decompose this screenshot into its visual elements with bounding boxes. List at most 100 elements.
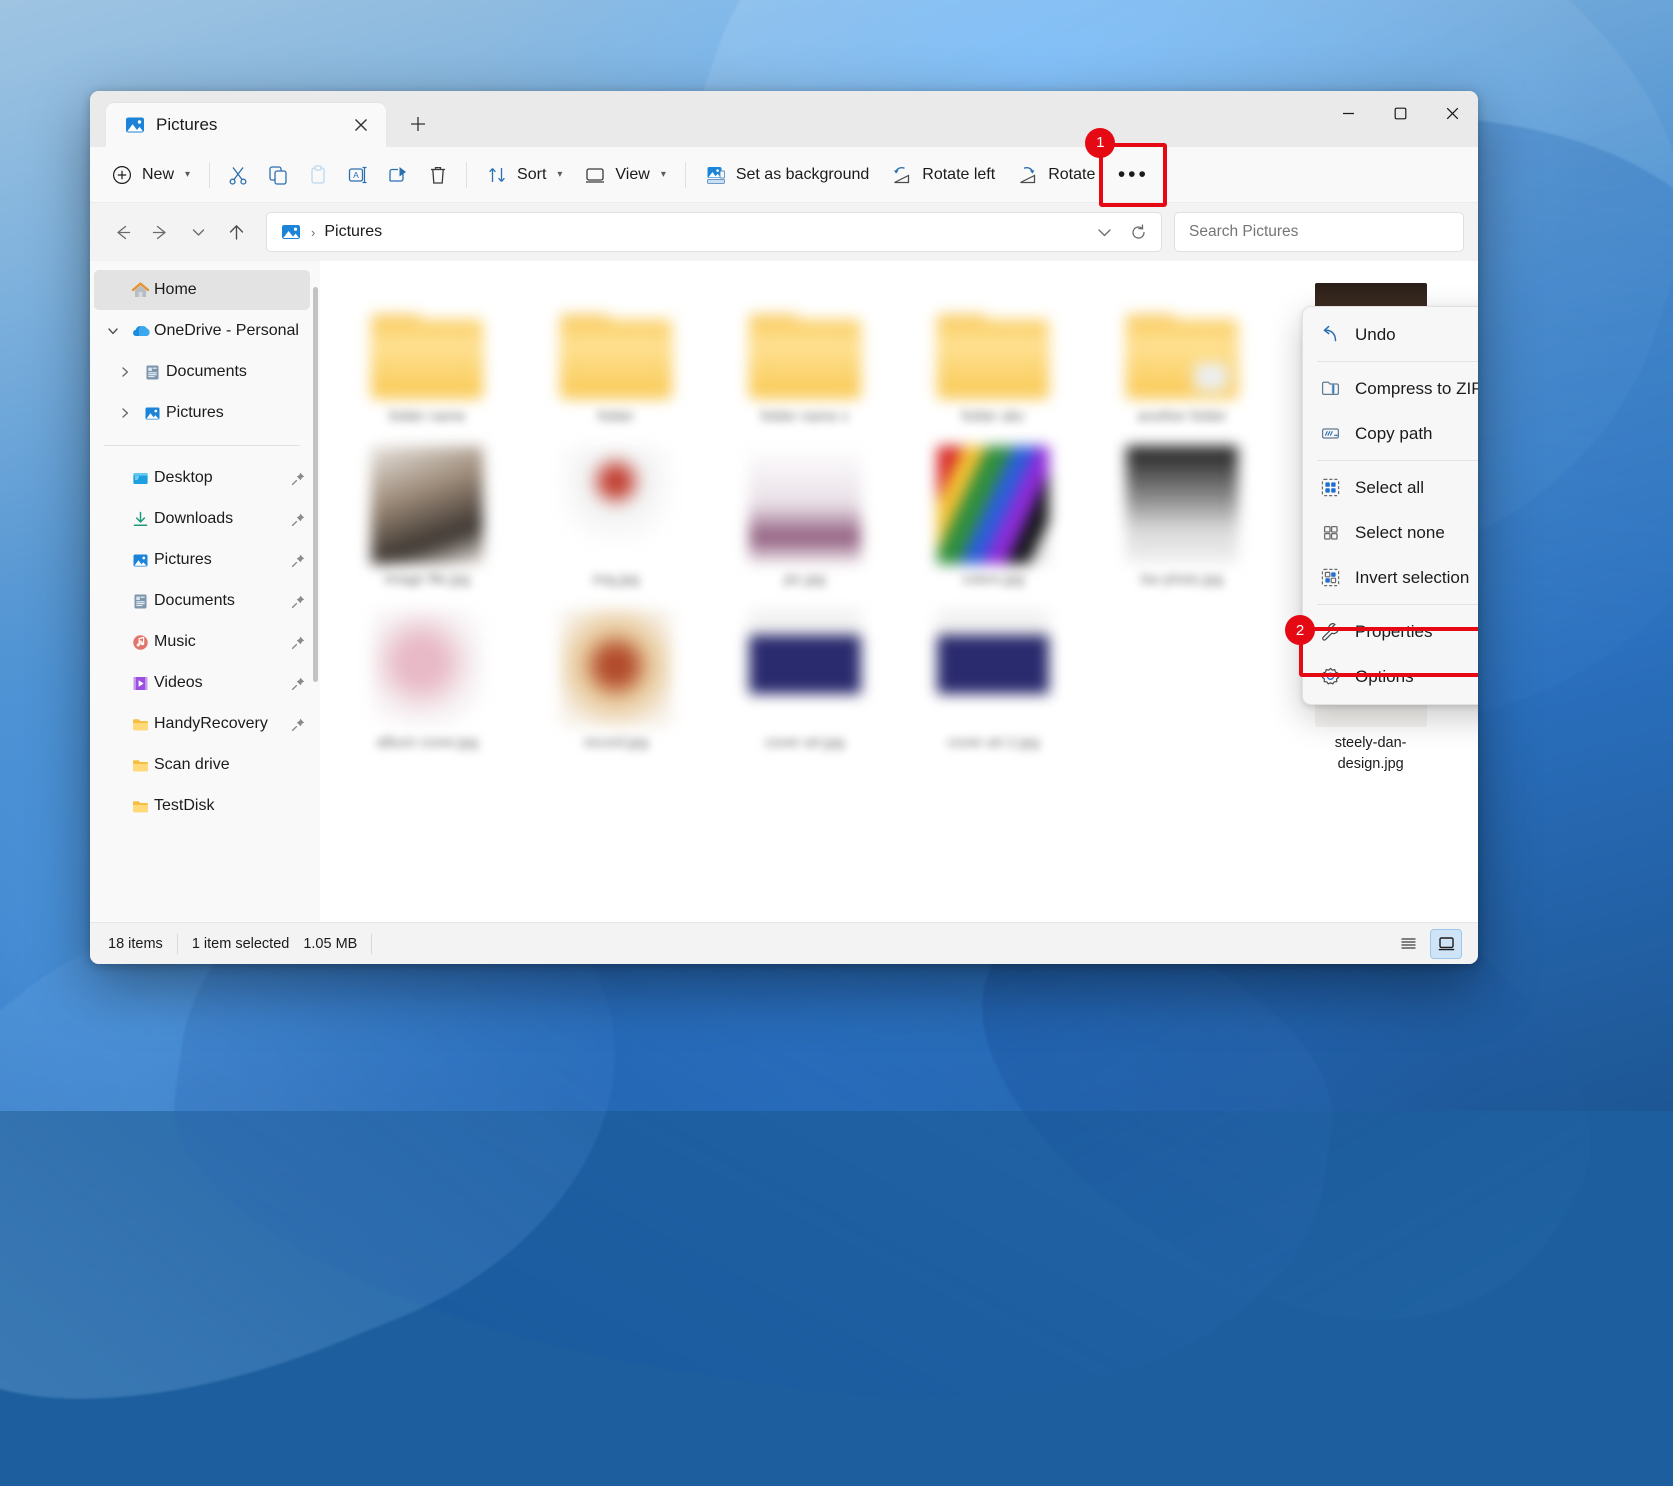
plus-circle-icon	[111, 164, 133, 186]
copy-button[interactable]	[258, 156, 298, 194]
refresh-icon[interactable]	[1121, 216, 1155, 248]
list-item[interactable]: folder name	[338, 283, 517, 428]
menu-divider	[1317, 361, 1478, 362]
up-button[interactable]	[218, 214, 254, 250]
list-item[interactable]: cover art 2.jpg	[904, 609, 1083, 775]
large-icons-view-icon[interactable]	[1430, 928, 1462, 959]
paste-icon	[307, 164, 329, 186]
list-item[interactable]: folder abc	[904, 283, 1083, 428]
recent-locations-button[interactable]	[180, 214, 216, 250]
search-input[interactable]	[1187, 222, 1451, 242]
search-box[interactable]	[1174, 212, 1464, 252]
cut-button[interactable]	[218, 156, 258, 194]
menu-item-compress-zip[interactable]: Compress to ZIP file	[1307, 366, 1478, 411]
new-button-label: New	[142, 165, 175, 183]
sidebar-item-pictures-onedrive[interactable]: Pictures	[94, 393, 310, 433]
chevron-down-icon[interactable]	[100, 325, 126, 337]
back-button[interactable]	[104, 214, 140, 250]
sidebar-item-home[interactable]: Home	[94, 270, 310, 310]
delete-button[interactable]	[418, 156, 458, 194]
list-item[interactable]: folder name x	[715, 283, 894, 428]
menu-item-select-none[interactable]: Select none	[1307, 510, 1478, 555]
sort-button[interactable]: Sort ▾	[475, 156, 573, 194]
list-view-icon[interactable]	[1392, 929, 1424, 959]
menu-item-options[interactable]: Options	[1307, 654, 1478, 699]
see-more-button[interactable]: •••	[1110, 156, 1156, 194]
minimize-button[interactable]	[1322, 91, 1374, 135]
view-toggle-group	[1392, 928, 1462, 959]
forward-button[interactable]	[142, 214, 178, 250]
chevron-down-icon[interactable]	[1087, 216, 1121, 248]
list-item[interactable]: img.jpg	[527, 446, 706, 591]
pin-icon[interactable]	[286, 512, 310, 527]
zip-icon	[1319, 378, 1341, 399]
breadcrumb[interactable]: › Pictures	[280, 221, 382, 243]
sidebar-item-handyrecovery[interactable]: HandyRecovery	[94, 704, 310, 744]
sidebar-item-onedrive[interactable]: OneDrive - Personal	[94, 311, 310, 351]
sidebar-item-desktop[interactable]: Desktop	[94, 458, 310, 498]
list-item-empty	[1093, 609, 1272, 775]
selection-size: 1.05 MB	[303, 935, 358, 952]
pin-icon[interactable]	[286, 553, 310, 568]
pin-icon[interactable]	[286, 594, 310, 609]
menu-item-label: Undo	[1355, 324, 1396, 344]
sidebar-item-videos[interactable]: Videos	[94, 663, 310, 703]
list-item[interactable]: image file.jpg	[338, 446, 517, 591]
menu-item-properties[interactable]: Properties	[1307, 609, 1478, 654]
sidebar-item-music[interactable]: Music	[94, 622, 310, 662]
toolbar-divider	[684, 161, 686, 188]
list-item[interactable]: cover art.jpg	[715, 609, 894, 775]
pin-icon[interactable]	[286, 635, 310, 650]
menu-item-select-all[interactable]: Select all	[1307, 465, 1478, 510]
folder-icon	[126, 715, 154, 734]
pin-icon[interactable]	[286, 471, 310, 486]
list-item[interactable]: another folder	[1093, 283, 1272, 428]
menu-item-invert-selection[interactable]: Invert selection	[1307, 555, 1478, 600]
status-bar: 18 items 1 item selected 1.05 MB	[90, 922, 1478, 964]
list-item[interactable]: pic.jpg	[715, 446, 894, 591]
rename-button[interactable]: A	[338, 156, 378, 194]
view-button[interactable]: View ▾	[573, 156, 676, 194]
pin-icon[interactable]	[286, 676, 310, 691]
address-bar[interactable]: › Pictures	[266, 212, 1162, 252]
maximize-button[interactable]	[1374, 91, 1426, 135]
breadcrumb-label[interactable]: Pictures	[324, 223, 382, 241]
new-button[interactable]: New ▾	[100, 156, 201, 194]
tab-pictures[interactable]: Pictures	[106, 103, 386, 147]
set-background-icon	[705, 164, 727, 186]
list-item[interactable]: album cover.jpg	[338, 609, 517, 775]
rotate-left-button[interactable]: Rotate left	[880, 156, 1006, 194]
pin-icon[interactable]	[286, 717, 310, 732]
set-as-background-button[interactable]: Set as background	[694, 156, 880, 194]
sidebar-item-testdisk[interactable]: TestDisk	[94, 786, 310, 826]
sidebar-item-scan-drive[interactable]: Scan drive	[94, 745, 310, 785]
photo-thumbnail	[745, 609, 865, 728]
sidebar-item-documents[interactable]: Documents	[94, 581, 310, 621]
tab-strip: Pictures	[90, 91, 438, 147]
file-name: folder	[597, 409, 635, 425]
sidebar-scrollbar[interactable]	[313, 287, 318, 682]
new-tab-button[interactable]	[398, 104, 438, 144]
sidebar-item-pictures[interactable]: Pictures	[94, 540, 310, 580]
navigation-pane: Home OneDrive - Personal Documents Pictu…	[90, 261, 320, 922]
paste-button[interactable]	[298, 156, 338, 194]
sidebar-item-label: Documents	[166, 363, 247, 380]
menu-item-label: Options	[1355, 666, 1414, 686]
close-icon[interactable]	[346, 110, 376, 140]
menu-item-copy-path[interactable]: Copy path	[1307, 411, 1478, 456]
list-item[interactable]: folder	[527, 283, 706, 428]
share-button[interactable]	[378, 156, 418, 194]
menu-item-undo[interactable]: Undo	[1307, 312, 1478, 357]
chevron-right-icon[interactable]	[112, 366, 138, 378]
file-name: colors.jpg	[962, 572, 1025, 589]
sidebar-item-downloads[interactable]: Downloads	[94, 499, 310, 539]
command-bar: New ▾ A Sort ▾ View ▾ Set as background …	[90, 127, 1478, 207]
chevron-right-icon[interactable]	[112, 407, 138, 419]
rotate-right-button[interactable]: Rotate	[1006, 156, 1106, 194]
close-button[interactable]	[1426, 91, 1478, 135]
list-item[interactable]: record.jpg	[527, 609, 706, 775]
trash-icon	[427, 164, 449, 186]
list-item[interactable]: bw photo.jpg	[1093, 446, 1272, 591]
sidebar-item-documents-onedrive[interactable]: Documents	[94, 352, 310, 392]
list-item[interactable]: colors.jpg	[904, 446, 1083, 591]
